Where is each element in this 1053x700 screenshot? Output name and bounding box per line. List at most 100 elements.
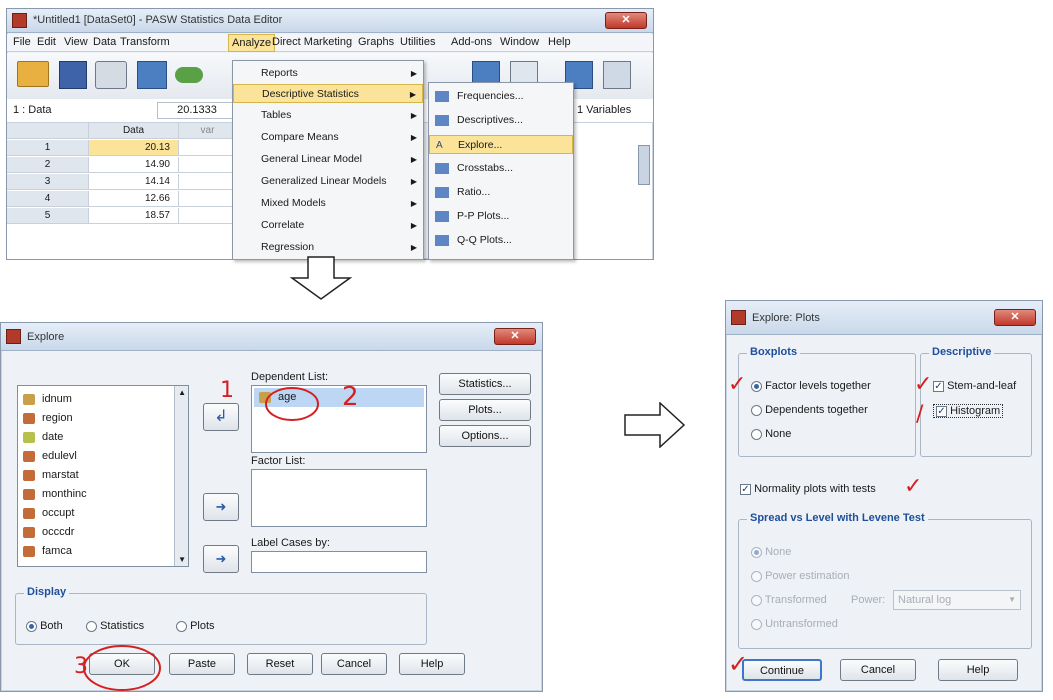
empty-cell[interactable] (179, 208, 237, 224)
statistics-button[interactable]: Statistics... (439, 373, 531, 395)
weight-cases-icon[interactable] (603, 61, 631, 89)
radio-factor-levels-together[interactable]: Factor levels together (751, 380, 871, 392)
chevron-down-icon[interactable]: ▼ (1008, 591, 1016, 609)
data-cell[interactable]: 14.90 (89, 157, 179, 173)
checkbox-box[interactable]: ✓ (936, 405, 947, 417)
checkbox-histogram[interactable]: ✓ Histogram (933, 404, 1004, 418)
data-cell[interactable]: 14.14 (89, 174, 179, 190)
list-item[interactable]: edulevl (18, 447, 188, 466)
radio-circle[interactable] (751, 428, 762, 440)
vertical-scrollbar[interactable] (638, 145, 650, 185)
cancel-button[interactable]: Cancel (840, 659, 916, 681)
reset-button[interactable]: Reset (247, 653, 313, 675)
close-button[interactable]: ✕ (994, 309, 1036, 326)
dialog-recall-icon[interactable] (137, 61, 167, 89)
radio-statistics[interactable]: Statistics (86, 620, 144, 632)
cell-value-field[interactable]: 20.1333 (157, 102, 237, 119)
radio-untransformed[interactable]: Untransformed (751, 618, 838, 630)
menu-item-generalized-linear-models[interactable]: Generalized Linear Models ▶ (233, 172, 423, 191)
open-folder-icon[interactable] (17, 61, 49, 87)
empty-cell[interactable] (179, 140, 237, 156)
radio-circle[interactable] (176, 620, 187, 632)
checkbox-normality-plots[interactable]: ✓ Normality plots with tests (740, 483, 876, 495)
radio-both[interactable]: Both (26, 620, 63, 632)
radio-circle[interactable] (751, 570, 762, 582)
radio-power-estimation[interactable]: Power estimation (751, 570, 849, 582)
empty-cell[interactable] (179, 157, 237, 173)
menu-utilities[interactable]: Utilities (400, 36, 435, 48)
empty-cell[interactable] (179, 191, 237, 207)
close-button[interactable]: ✕ (605, 12, 647, 29)
menu-item-general-linear-model[interactable]: General Linear Model ▶ (233, 150, 423, 169)
list-item[interactable]: monthinc (18, 485, 188, 504)
menu-item-frequencies[interactable]: Frequencies... (429, 87, 573, 106)
radio-plots[interactable]: Plots (176, 620, 215, 632)
data-cell[interactable]: 20.13 (89, 140, 179, 156)
label-cases-by-field[interactable] (251, 551, 427, 573)
cancel-button[interactable]: Cancel (321, 653, 387, 675)
menu-item-mixed-models[interactable]: Mixed Models ▶ (233, 194, 423, 213)
menu-item-ratio[interactable]: Ratio... (429, 183, 573, 202)
menu-item-qq-plots[interactable]: Q-Q Plots... (429, 231, 573, 250)
checkbox-stem-and-leaf[interactable]: ✓ Stem-and-leaf (933, 380, 1016, 392)
menu-item-pp-plots[interactable]: P-P Plots... (429, 207, 573, 226)
options-button[interactable]: Options... (439, 425, 531, 447)
factor-list[interactable] (251, 469, 427, 527)
menu-item-descriptives[interactable]: Descriptives... (429, 111, 573, 130)
undo-icon[interactable] (175, 67, 203, 83)
data-cell[interactable]: 12.66 (89, 191, 179, 207)
radio-circle[interactable] (751, 380, 762, 392)
menu-file[interactable]: File (13, 36, 31, 48)
radio-dependents-together[interactable]: Dependents together (751, 404, 868, 416)
column-header-var[interactable]: var (179, 123, 237, 139)
menu-edit[interactable]: Edit (37, 36, 56, 48)
menu-item-correlate[interactable]: Correlate ▶ (233, 216, 423, 235)
radio-none[interactable]: None (751, 428, 791, 440)
row-number[interactable]: 1 (7, 140, 89, 156)
variable-list[interactable]: idnum region date edulevl marstat monthi… (17, 385, 189, 567)
empty-cell[interactable] (179, 174, 237, 190)
menu-item-explore[interactable]: A Explore... (429, 135, 573, 154)
power-select[interactable]: Natural log ▼ (893, 590, 1021, 610)
radio-circle[interactable] (751, 618, 762, 630)
continue-button[interactable]: Continue (742, 659, 822, 681)
menu-help[interactable]: Help (548, 36, 571, 48)
menu-transform[interactable]: Transform (120, 36, 170, 48)
print-icon[interactable] (95, 61, 127, 89)
menu-item-descriptive-statistics[interactable]: Descriptive Statistics ▶ (233, 84, 423, 103)
menu-item-reports[interactable]: Reports ▶ (233, 64, 423, 83)
list-item[interactable]: region (18, 409, 188, 428)
row-number[interactable]: 2 (7, 157, 89, 173)
menu-direct-marketing[interactable]: Direct Marketing (272, 36, 352, 48)
menu-item-tables[interactable]: Tables ▶ (233, 106, 423, 125)
plots-button[interactable]: Plots... (439, 399, 531, 421)
list-item[interactable]: occcdr (18, 523, 188, 542)
move-to-label-button[interactable]: ➜ (203, 545, 239, 573)
checkbox-box[interactable]: ✓ (740, 483, 751, 495)
list-item[interactable]: occupt (18, 504, 188, 523)
save-icon[interactable] (59, 61, 87, 89)
checkbox-box[interactable]: ✓ (933, 380, 944, 392)
help-button[interactable]: Help (399, 653, 465, 675)
list-item[interactable]: date (18, 428, 188, 447)
radio-circle[interactable] (751, 594, 762, 606)
radio-circle[interactable] (751, 546, 762, 558)
scroll-up-icon[interactable]: ▲ (178, 388, 186, 397)
help-button[interactable]: Help (938, 659, 1018, 681)
list-item[interactable]: marstat (18, 466, 188, 485)
menu-item-regression[interactable]: Regression ▶ (233, 238, 423, 257)
list-item[interactable]: famca (18, 542, 188, 561)
row-number[interactable]: 5 (7, 208, 89, 224)
radio-circle[interactable] (26, 620, 37, 632)
menu-analyze[interactable]: Analyze (228, 34, 276, 52)
column-header-data[interactable]: Data (89, 123, 179, 139)
menu-data[interactable]: Data (93, 36, 116, 48)
radio-circle[interactable] (86, 620, 97, 632)
paste-button[interactable]: Paste (169, 653, 235, 675)
row-number[interactable]: 3 (7, 174, 89, 190)
row-number[interactable]: 4 (7, 191, 89, 207)
menu-view[interactable]: View (64, 36, 88, 48)
close-button[interactable]: ✕ (494, 328, 536, 345)
scroll-down-icon[interactable]: ▼ (178, 555, 186, 564)
menu-window[interactable]: Window (500, 36, 539, 48)
